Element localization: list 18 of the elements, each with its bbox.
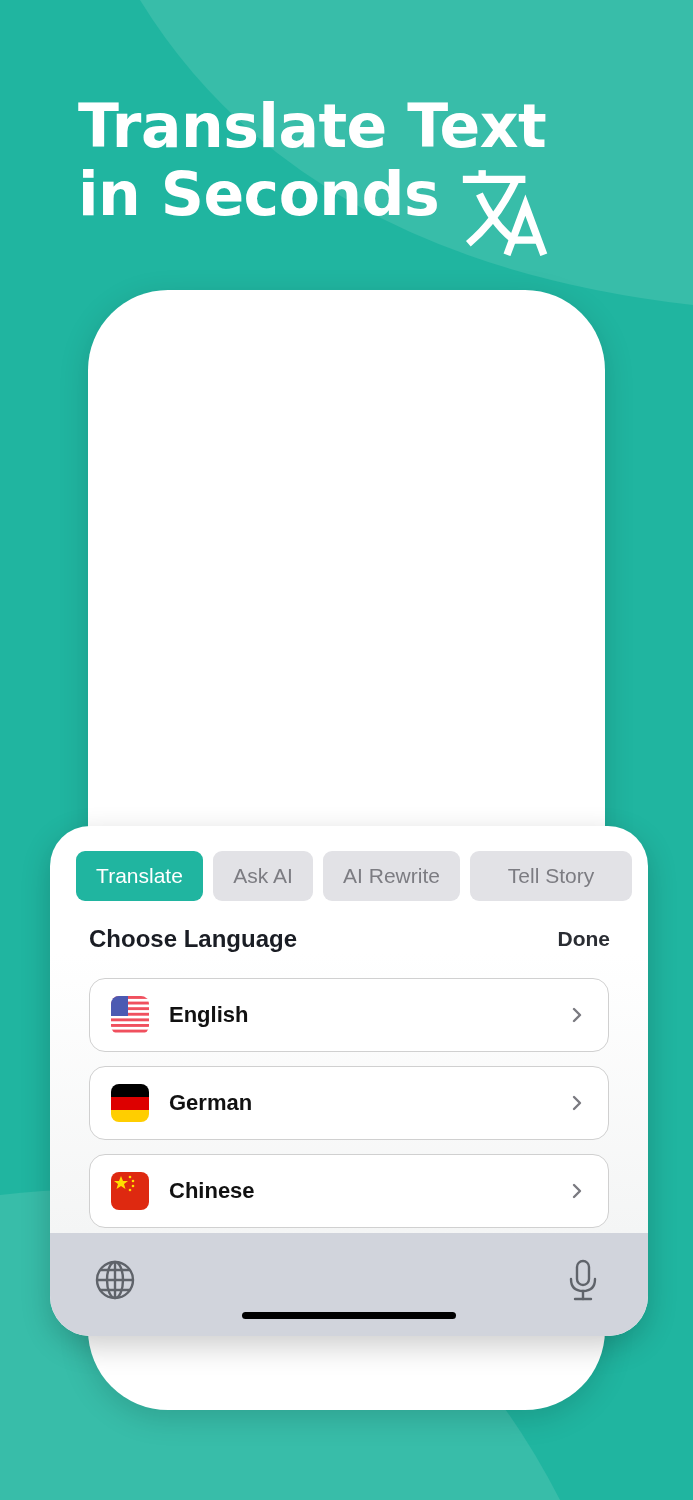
headline: in Seconds (78, 160, 440, 228)
done-button[interactable]: Done (557, 927, 610, 951)
headline: Translate Text (78, 92, 548, 160)
language-name: German (169, 1090, 254, 1116)
chevron-icon (572, 1007, 582, 1023)
language-row[interactable]: Chinese (89, 1154, 609, 1228)
language-name: Chinese (169, 1178, 256, 1204)
language-row[interactable]: English (89, 978, 609, 1052)
language-row[interactable]: German (89, 1066, 609, 1140)
flag-icon (111, 1172, 149, 1210)
chevron-icon (572, 1095, 582, 1111)
microphone-icon[interactable] (568, 1259, 598, 1301)
flag-icon (111, 996, 149, 1034)
language-name: English (169, 1002, 250, 1028)
flag-icon (111, 1084, 149, 1122)
sheet-title: Choose Language (89, 925, 298, 953)
chevron-icon (572, 1183, 582, 1199)
globe-icon[interactable] (95, 1260, 135, 1300)
